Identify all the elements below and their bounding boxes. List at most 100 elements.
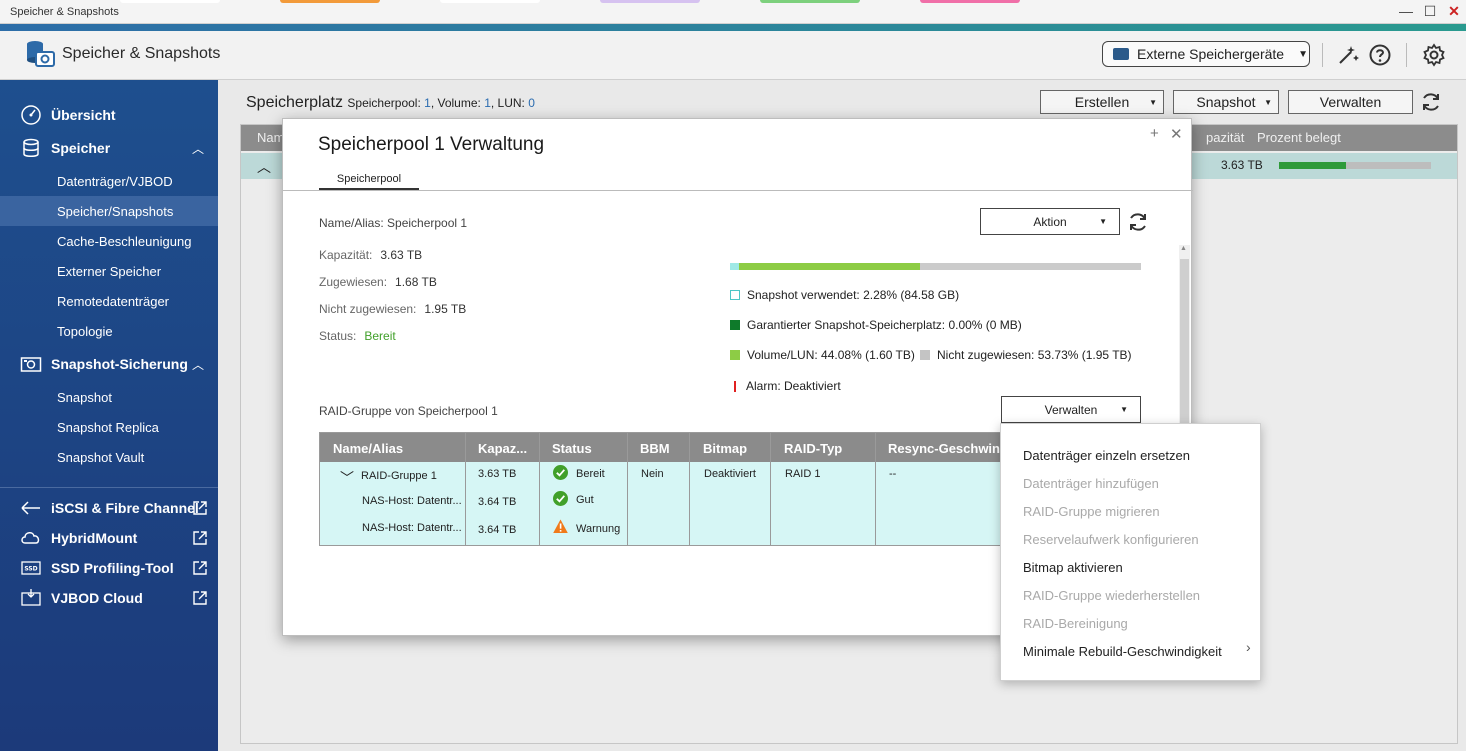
check-icon <box>553 491 568 506</box>
expand-icon[interactable]: + <box>1150 125 1159 142</box>
sidebar-item-vjbod-cloud[interactable]: VJBOD Cloud <box>0 583 218 613</box>
column-header[interactable]: Name/Alias <box>333 441 403 456</box>
caret-down-icon: ▼ <box>1099 217 1107 226</box>
menu-item-add-disk[interactable]: Datenträger hinzufügen <box>1023 476 1159 491</box>
legend-text: Snapshot verwendet: 2.28% (84.58 GB) <box>747 288 960 302</box>
row-capacity: 3.63 TB <box>1221 158 1263 172</box>
sidebar-item-hybridmount[interactable]: HybridMount <box>0 523 218 553</box>
column-header[interactable]: RAID-Typ <box>784 441 842 456</box>
manage-dropdown[interactable]: Verwalten ▼ <box>1001 396 1141 423</box>
create-button[interactable]: Erstellen ▼ <box>1040 90 1164 114</box>
sidebar-item-label: Speicher <box>51 140 111 156</box>
close-icon[interactable]: ✕ <box>1170 125 1183 143</box>
capacity-value: 3.63 TB <box>380 248 423 262</box>
legend-guaranteed: Garantierter Snapshot-Speicherplatz: 0.0… <box>730 318 1022 332</box>
menu-item-configure-spare[interactable]: Reservelaufwerk konfigurieren <box>1023 532 1199 547</box>
usage-progress-bar <box>1279 162 1431 169</box>
refresh-icon[interactable] <box>1126 210 1150 234</box>
sidebar-item-snapshot-vault[interactable]: Snapshot Vault <box>0 442 218 472</box>
chevron-up-icon[interactable]: ︿ <box>192 356 204 373</box>
sidebar-item-ssd-profiling[interactable]: SSD SSD Profiling-Tool <box>0 553 218 583</box>
sidebar-item-label: Snapshot-Sicherung <box>51 356 188 372</box>
lun-count: 0 <box>528 96 535 110</box>
sidebar: Übersicht Speicher ︿ Datenträger/VJBOD S… <box>0 80 218 751</box>
menu-item-migrate-raid[interactable]: RAID-Gruppe migrieren <box>1023 504 1160 519</box>
column-divider <box>689 433 690 545</box>
maximize-button[interactable]: ☐ <box>1422 3 1438 19</box>
column-divider <box>770 433 771 545</box>
external-link-icon <box>193 501 207 515</box>
action-dropdown[interactable]: Aktion ▼ <box>980 208 1120 235</box>
usage-progress-fill <box>1279 162 1346 169</box>
chevron-down-icon[interactable]: ﹀ <box>340 468 354 488</box>
sidebar-item-snapshot-replica[interactable]: Snapshot Replica <box>0 412 218 442</box>
menu-item-replace-disk[interactable]: Datenträger einzeln ersetzen <box>1023 448 1190 463</box>
capacity-label: Kapazität: <box>319 248 373 262</box>
assigned-label: Zugewiesen: <box>319 275 388 289</box>
sidebar-item-label: Speicher/Snapshots <box>57 203 174 219</box>
sidebar-item-externer-speicher[interactable]: Externer Speicher <box>0 256 218 286</box>
column-divider <box>627 433 628 545</box>
database-icon <box>23 138 39 157</box>
chevron-up-icon[interactable]: ︿ <box>257 157 271 177</box>
taskbar-tab[interactable] <box>760 0 860 3</box>
legend-text: Nicht zugewiesen: 53.73% (1.95 TB) <box>937 348 1132 362</box>
sidebar-item-label: Snapshot Replica <box>57 419 159 435</box>
manage-button[interactable]: Verwalten <box>1288 90 1413 114</box>
external-storage-button[interactable]: Externe Speichergeräte ▼ <box>1102 41 1310 67</box>
sidebar-item-speicher-snapshots[interactable]: Speicher/Snapshots <box>0 196 218 226</box>
refresh-icon[interactable] <box>1419 90 1443 114</box>
gear-icon[interactable] <box>1422 43 1446 67</box>
taskbar-tab[interactable] <box>440 0 540 3</box>
column-header[interactable]: Bitmap <box>703 441 747 456</box>
sidebar-item-cache-beschleunigung[interactable]: Cache-Beschleunigung <box>0 226 218 256</box>
create-button-label: Erstellen <box>1074 94 1130 110</box>
window-titlebar: Speicher & Snapshots — ☐ ✕ <box>0 0 1466 24</box>
disk-name: NAS-Host: Datentr... <box>362 495 462 507</box>
taskbar-tab[interactable] <box>920 0 1020 3</box>
close-window-button[interactable]: ✕ <box>1446 3 1462 19</box>
sidebar-item-topologie[interactable]: Topologie <box>0 316 218 346</box>
sidebar-item-remotedatentraeger[interactable]: Remotedatenträger <box>0 286 218 316</box>
magic-wand-icon[interactable] <box>1336 43 1360 67</box>
dialog-title: Speicherpool 1 Verwaltung <box>318 134 545 155</box>
minimize-button[interactable]: — <box>1398 3 1414 19</box>
alarm-marker <box>734 380 736 392</box>
divider <box>1322 43 1323 67</box>
help-icon[interactable] <box>1368 43 1392 67</box>
column-header[interactable]: Resync-Geschwindi <box>888 441 1004 456</box>
column-header[interactable]: Status <box>552 441 592 456</box>
sidebar-item-label: Remotedatenträger <box>57 293 170 309</box>
scroll-up-icon[interactable]: ▲ <box>1180 245 1187 252</box>
manage-button-label: Verwalten <box>1319 94 1382 110</box>
legend-swatch <box>730 350 740 360</box>
sidebar-item-label: Cache-Beschleunigung <box>57 233 192 249</box>
sidebar-item-snapshot-sicherung[interactable]: Snapshot-Sicherung ︿ <box>0 349 218 379</box>
taskbar-tab[interactable] <box>600 0 700 3</box>
volume-usage-fill <box>730 263 920 270</box>
legend-text: Garantierter Snapshot-Speicherplatz: 0.0… <box>747 318 1022 332</box>
unassigned-label: Nicht zugewiesen: <box>319 302 417 316</box>
sidebar-item-snapshot[interactable]: Snapshot <box>0 382 218 412</box>
column-header[interactable]: Kapaz... <box>478 441 527 456</box>
sidebar-item-iscsi[interactable]: iSCSI & Fibre Channel <box>0 493 218 523</box>
pool-count: 1 <box>424 96 431 110</box>
chevron-up-icon[interactable]: ︿ <box>192 140 204 157</box>
menu-item-rebuild-speed[interactable]: Minimale Rebuild-Geschwindigkeit <box>1023 644 1222 659</box>
check-icon <box>553 465 568 480</box>
legend-text: Volume/LUN: 44.08% (1.60 TB) <box>747 348 915 362</box>
legend-text: Alarm: Deaktiviert <box>746 379 841 393</box>
taskbar-tab[interactable] <box>120 0 220 3</box>
menu-item-enable-bitmap[interactable]: Bitmap aktivieren <box>1023 560 1123 575</box>
tab-speicherpool[interactable]: Speicherpool <box>319 173 419 190</box>
unassigned-value: 1.95 TB <box>424 302 467 316</box>
taskbar-tab[interactable] <box>280 0 380 3</box>
menu-item-raid-scrubbing[interactable]: RAID-Bereinigung <box>1023 616 1128 631</box>
menu-item-recover-raid[interactable]: RAID-Gruppe wiederherstellen <box>1023 588 1200 603</box>
snapshot-button[interactable]: Snapshot ▼ <box>1173 90 1279 114</box>
sidebar-item-speicher[interactable]: Speicher ︿ <box>0 133 218 163</box>
raid-capacity: 3.63 TB <box>478 468 517 480</box>
sidebar-item-datentraeger-vjbod[interactable]: Datenträger/VJBOD <box>0 166 218 196</box>
column-header[interactable]: BBM <box>640 441 670 456</box>
sidebar-item-uebersicht[interactable]: Übersicht <box>0 100 218 130</box>
